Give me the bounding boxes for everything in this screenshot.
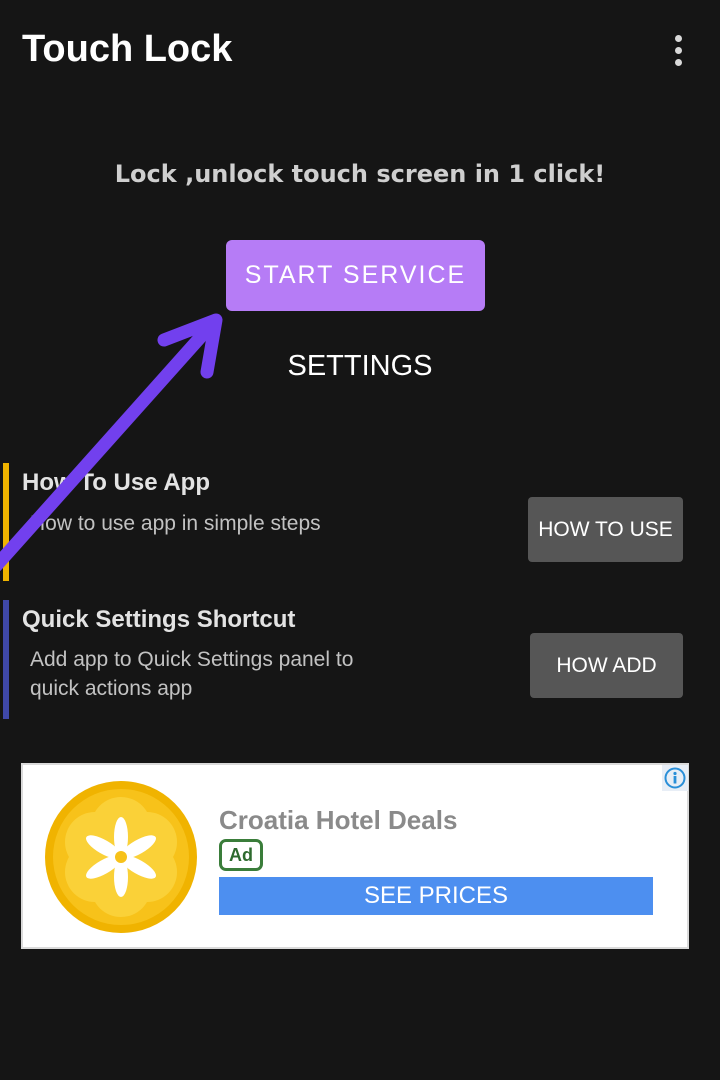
ad-banner[interactable]: Croatia Hotel Deals Ad SEE PRICES (21, 763, 689, 949)
menu-dot (674, 58, 682, 66)
card-description: How to use app in simple steps (30, 512, 321, 535)
how-to-use-button[interactable]: HOW TO USE (528, 497, 683, 562)
how-add-button[interactable]: HOW ADD (530, 633, 683, 698)
card-accent-bar (3, 600, 9, 719)
how-to-use-card: How To Use App How to use app in simple … (0, 463, 720, 583)
ad-title[interactable]: Croatia Hotel Deals (219, 805, 457, 836)
settings-button[interactable]: SETTINGS (0, 350, 720, 383)
card-title: Quick Settings Shortcut (22, 606, 296, 633)
ad-badge: Ad (219, 839, 263, 871)
menu-dot (674, 34, 682, 42)
flower-logo-icon (45, 781, 197, 933)
card-description-line: quick actions app (30, 677, 193, 700)
see-prices-button[interactable]: SEE PRICES (219, 877, 653, 915)
info-icon[interactable] (662, 765, 688, 791)
quick-settings-card: Quick Settings Shortcut Add app to Quick… (0, 600, 720, 720)
app-bar: Touch Lock (0, 0, 720, 100)
app-title: Touch Lock (22, 28, 233, 70)
more-vert-icon[interactable] (660, 30, 696, 70)
start-service-button[interactable]: START SERVICE (226, 240, 485, 311)
card-description: Add app to Quick Settings panel to quick… (30, 645, 353, 703)
card-title: How To Use App (22, 469, 210, 496)
card-description-line: Add app to Quick Settings panel to (30, 648, 354, 671)
tagline: Lock ,unlock touch screen in 1 click! (114, 160, 606, 188)
menu-dot (674, 46, 682, 54)
card-accent-bar (3, 463, 9, 581)
